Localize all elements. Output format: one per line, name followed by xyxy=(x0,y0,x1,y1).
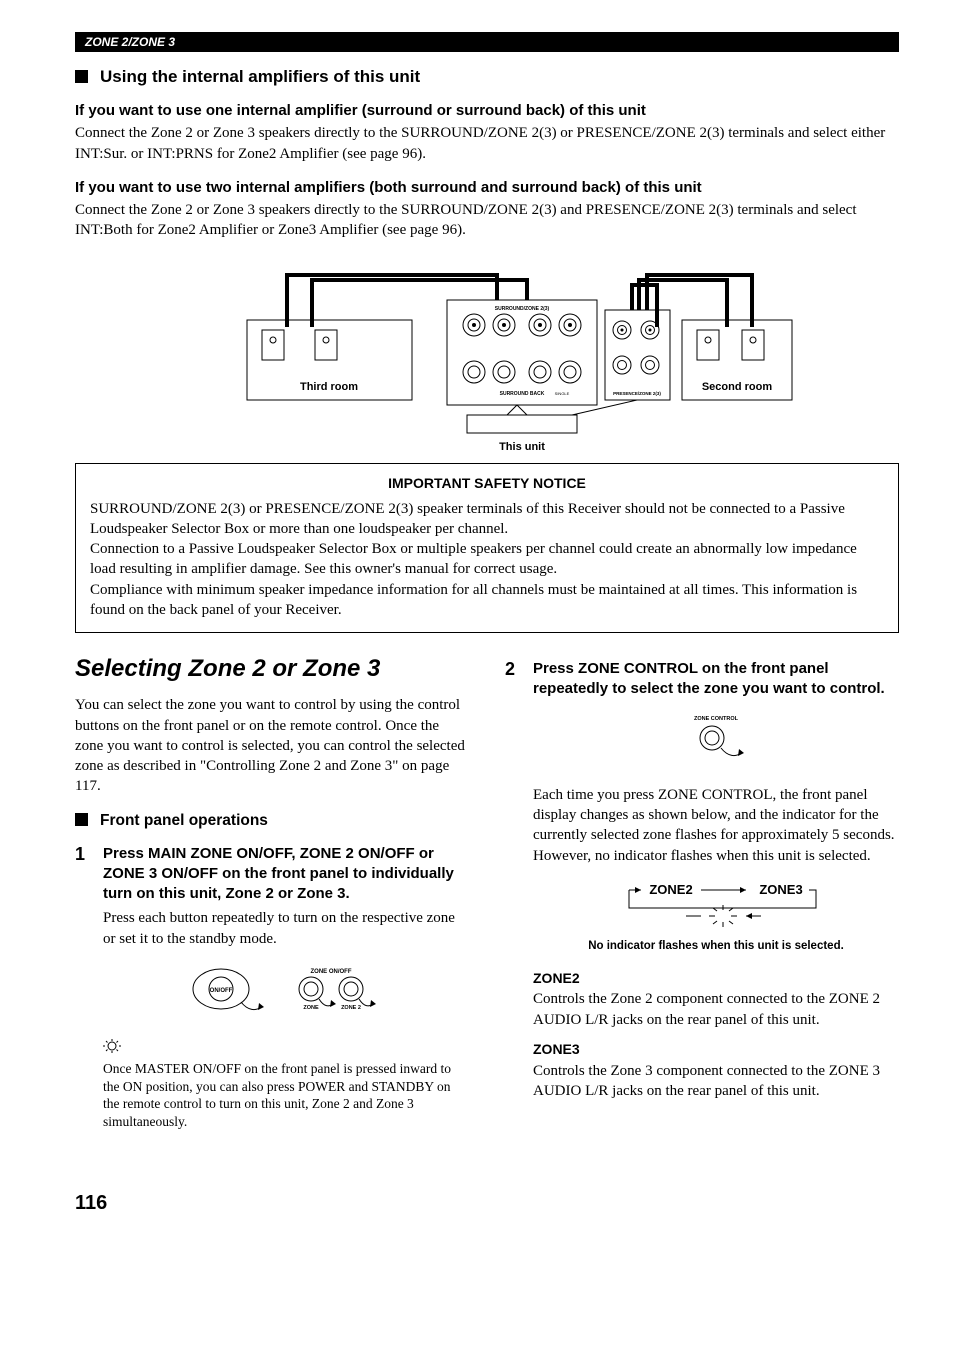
page-number: 116 xyxy=(75,1190,899,1217)
zone-control-button-diagram: ZONE CONTROL xyxy=(533,710,899,771)
step-2: 2 Press ZONE CONTROL on the front panel … xyxy=(505,659,899,1109)
square-bullet-icon xyxy=(75,813,88,826)
step-head: Press MAIN ZONE ON/OFF, ZONE 2 ON/OFF or… xyxy=(103,844,469,905)
onoff-button-diagram: ON/OFF ZONE ON/OFF ZONE ZONE 2 xyxy=(103,959,469,1025)
square-bullet-icon xyxy=(75,70,88,83)
svg-text:ON/OFF: ON/OFF xyxy=(210,988,233,994)
subheading-using-amps: Using the internal amplifiers of this un… xyxy=(75,66,899,89)
second-room-label: Second room xyxy=(702,381,773,393)
surround-back-label: SURROUND BACK xyxy=(500,391,545,397)
zone2-body: Controls the Zone 2 component connected … xyxy=(533,989,899,1030)
svg-text:ZONE2: ZONE2 xyxy=(649,882,692,897)
subheading-front-panel: Front panel operations xyxy=(75,811,469,832)
svg-text:ZONE 2: ZONE 2 xyxy=(341,1005,361,1011)
step-number: 2 xyxy=(505,659,521,1109)
this-unit-label: This unit xyxy=(499,441,545,453)
zone3-body: Controls the Zone 3 component connected … xyxy=(533,1061,899,1102)
svg-text:SINGLE: SINGLE xyxy=(555,391,570,396)
step-head: Press ZONE CONTROL on the front panel re… xyxy=(533,659,899,700)
section-header-bar: ZONE 2/ZONE 3 xyxy=(75,32,899,52)
subheading-text: Front panel operations xyxy=(100,812,268,829)
left-intro: You can select the zone you want to cont… xyxy=(75,695,469,796)
third-room-label: Third room xyxy=(300,381,358,393)
svg-text:ZONE3: ZONE3 xyxy=(759,882,802,897)
right-column: 2 Press ZONE CONTROL on the front panel … xyxy=(505,653,899,1130)
notice-title: IMPORTANT SAFETY NOTICE xyxy=(90,474,884,493)
svg-text:ZONE ON/OFF: ZONE ON/OFF xyxy=(311,969,352,975)
zone2-title: ZONE2 xyxy=(533,969,899,988)
connection-diagram: Third room SURROUND/ZONE 2(3) SURROUND B… xyxy=(75,255,899,455)
notice-p3: Compliance with minimum speaker impedanc… xyxy=(90,580,884,621)
one-amp-body: Connect the Zone 2 or Zone 3 speakers di… xyxy=(75,123,899,164)
step-body-text: Press each button repeatedly to turn on … xyxy=(103,908,469,949)
one-amp-title: If you want to use one internal amplifie… xyxy=(75,101,899,121)
step-number: 1 xyxy=(75,844,91,1131)
svg-text:ZONE: ZONE xyxy=(303,1005,319,1011)
surround-zone-label: SURROUND/ZONE 2(3) xyxy=(495,306,550,312)
step-body-text: Each time you press ZONE CONTROL, the fr… xyxy=(533,785,899,866)
presence-zone-label: PRESENCE/ZONE 2(3) xyxy=(613,391,661,396)
tip-text: Once MASTER ON/OFF on the front panel is… xyxy=(103,1060,469,1130)
notice-p1: SURROUND/ZONE 2(3) or PRESENCE/ZONE 2(3)… xyxy=(90,499,884,540)
svg-text:ZONE CONTROL: ZONE CONTROL xyxy=(694,716,739,722)
zone3-title: ZONE3 xyxy=(533,1040,899,1059)
section-title: Selecting Zone 2 or Zone 3 xyxy=(75,653,469,685)
two-amp-body: Connect the Zone 2 or Zone 3 speakers di… xyxy=(75,200,899,241)
zone-flow-diagram: ZONE2 ZONE3 xyxy=(533,876,899,955)
subheading-text: Using the internal amplifiers of this un… xyxy=(100,67,420,86)
flow-caption: No indicator flashes when this unit is s… xyxy=(533,939,899,955)
safety-notice-box: IMPORTANT SAFETY NOTICE SURROUND/ZONE 2(… xyxy=(75,463,899,633)
left-column: Selecting Zone 2 or Zone 3 You can selec… xyxy=(75,653,469,1130)
tip-icon xyxy=(103,1039,121,1060)
two-amp-title: If you want to use two internal amplifie… xyxy=(75,178,899,198)
notice-p2: Connection to a Passive Loudspeaker Sele… xyxy=(90,539,884,580)
step-1: 1 Press MAIN ZONE ON/OFF, ZONE 2 ON/OFF … xyxy=(75,844,469,1131)
